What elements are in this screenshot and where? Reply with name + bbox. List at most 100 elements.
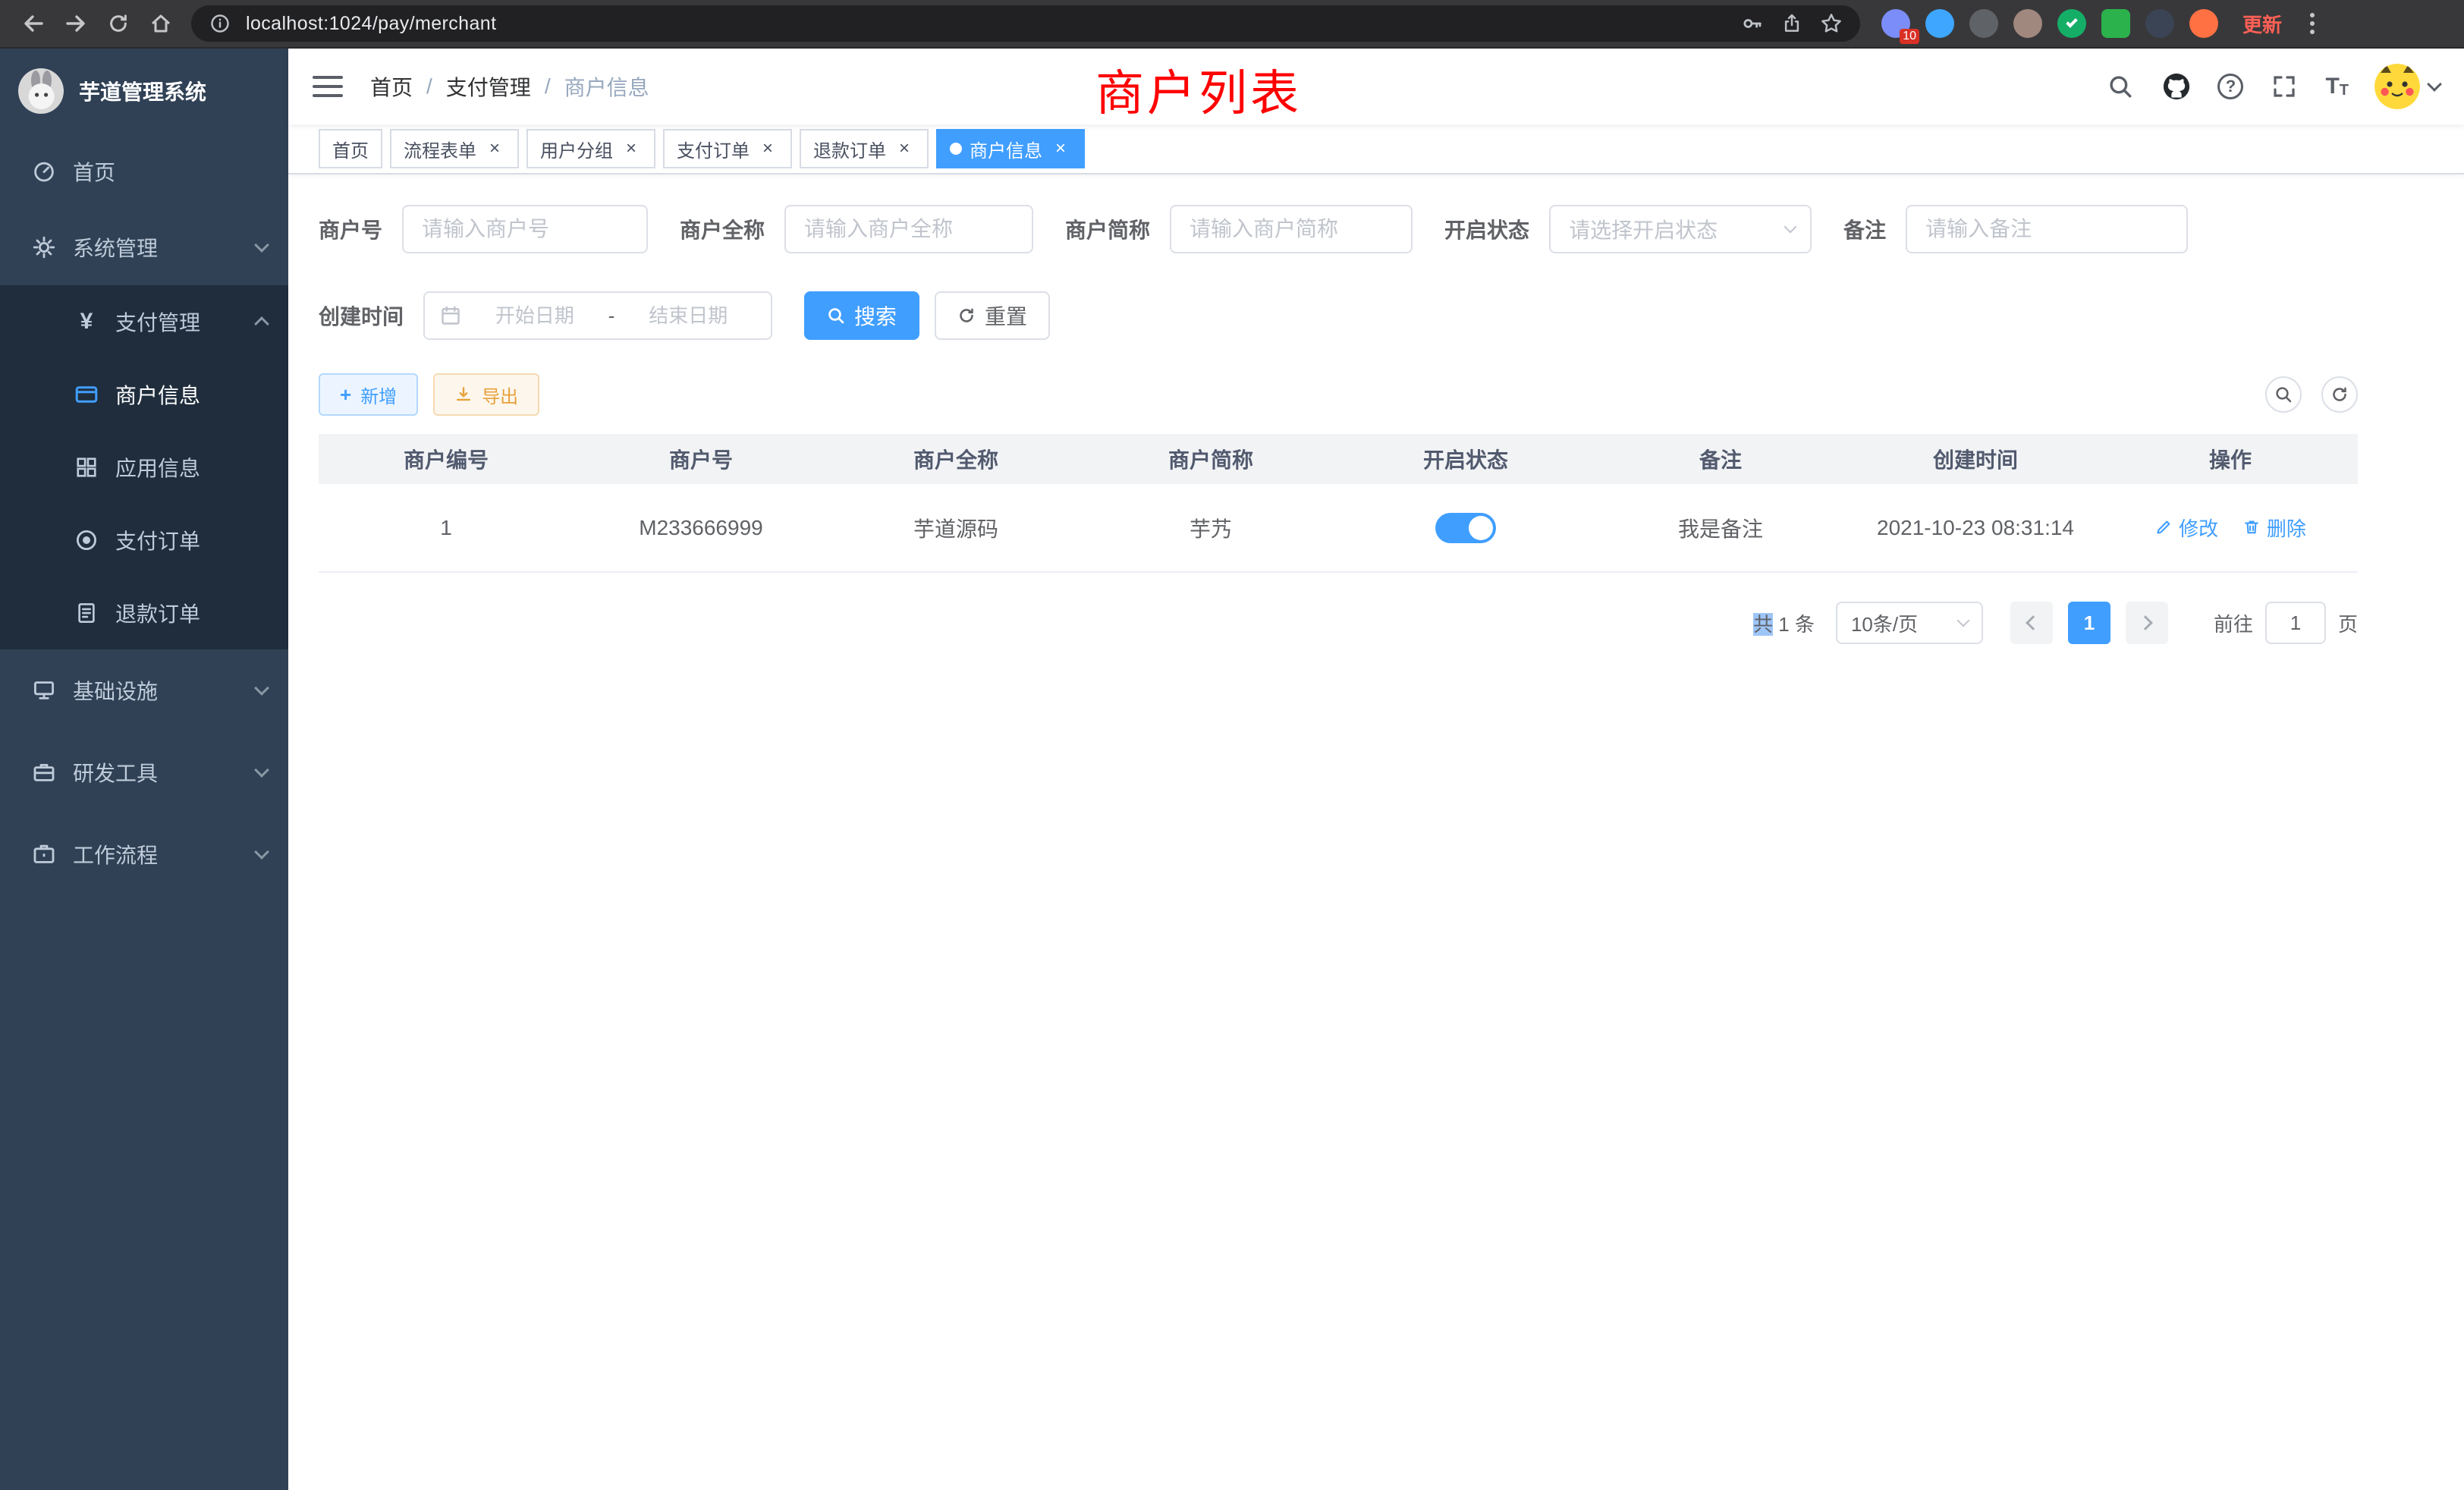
cell-created-at: 2021-10-23 08:31:14 [1848, 484, 2103, 572]
delete-link[interactable]: 删除 [2242, 514, 2306, 542]
browser-menu-icon[interactable] [2300, 13, 2324, 34]
url-text[interactable]: localhost:1024/pay/merchant [246, 13, 1727, 35]
github-icon[interactable] [2161, 71, 2192, 102]
font-size-icon[interactable]: TT [2325, 74, 2349, 99]
bookmark-star-icon[interactable] [1818, 10, 1845, 37]
key-icon[interactable] [1739, 10, 1766, 37]
sidebar-item-workflow[interactable]: 工作流程 [0, 813, 288, 895]
address-bar[interactable]: localhost:1024/pay/merchant [191, 5, 1860, 42]
sidebar-item-pay-order[interactable]: 支付订单 [0, 504, 288, 577]
col-header: 商户编号 [319, 434, 574, 484]
reset-button[interactable]: 重置 [935, 291, 1050, 340]
date-range-picker[interactable]: - [423, 291, 772, 340]
sidebar-item-home[interactable]: 首页 [0, 134, 288, 209]
goto-page-input[interactable] [2265, 602, 2326, 644]
extension-icon[interactable] [2189, 9, 2218, 38]
remark-input[interactable] [1906, 205, 2188, 253]
extension-icon[interactable] [2145, 9, 2174, 38]
next-page-button[interactable] [2126, 602, 2168, 644]
page-size-select[interactable]: 10条/页 [1836, 602, 1983, 644]
merchant-no-input[interactable] [402, 205, 648, 253]
tab-label: 商户信息 [970, 136, 1042, 162]
extension-icon[interactable] [2101, 9, 2130, 38]
breadcrumb-home[interactable]: 首页 [370, 71, 413, 102]
chevron-down-icon [1956, 615, 1969, 627]
info-icon[interactable] [206, 10, 234, 37]
edit-link[interactable]: 修改 [2154, 514, 2218, 542]
search-button[interactable]: 搜索 [804, 291, 919, 340]
back-icon[interactable] [12, 2, 55, 45]
sidebar-toggle-icon[interactable] [313, 76, 343, 97]
calendar-icon [440, 305, 461, 326]
tab-user-group[interactable]: 用户分组 × [526, 129, 655, 168]
add-button[interactable]: + 新增 [319, 373, 418, 416]
end-date-input[interactable] [621, 304, 756, 328]
start-date-input[interactable] [467, 304, 602, 328]
sidebar-item-app-info[interactable]: 应用信息 [0, 431, 288, 504]
sidebar-item-infrastructure[interactable]: 基础设施 [0, 649, 288, 731]
tags-view: 首页 流程表单 × 用户分组 × 支付订单 × 退款订单 × 商户信息 × [288, 124, 2464, 174]
form-item-status: 开启状态 请选择开启状态 [1444, 205, 1812, 253]
search-icon[interactable] [2105, 71, 2136, 102]
logo[interactable]: 芋道管理系统 [0, 49, 288, 134]
forward-icon[interactable] [55, 2, 97, 45]
toggle-search-button[interactable] [2265, 376, 2302, 413]
sidebar-item-pay-management[interactable]: ¥ 支付管理 [0, 285, 288, 358]
full-name-input[interactable] [784, 205, 1033, 253]
search-form-row-2: 创建时间 - 搜索 重置 [319, 291, 2358, 340]
tab-refund-order[interactable]: 退款订单 × [800, 129, 929, 168]
help-icon[interactable]: ? [2217, 74, 2243, 99]
browser-update-button[interactable]: 更新 [2242, 10, 2282, 38]
sidebar-item-label: 首页 [73, 156, 267, 187]
screen: localhost:1024/pay/merchant 10 更新 [0, 0, 2464, 1490]
export-button[interactable]: 导出 [433, 373, 539, 416]
page-number-button[interactable]: 1 [2068, 602, 2110, 644]
close-icon[interactable]: × [894, 138, 915, 159]
tab-home[interactable]: 首页 [319, 129, 382, 168]
form-item-merchant-no: 商户号 [319, 205, 648, 253]
extensions-row: 10 [1881, 9, 2218, 38]
status-toggle[interactable] [1435, 513, 1496, 543]
close-icon[interactable]: × [621, 138, 642, 159]
sidebar-item-merchant-info[interactable]: 商户信息 [0, 358, 288, 431]
status-select[interactable]: 请选择开启状态 [1549, 205, 1812, 253]
tab-label: 流程表单 [404, 136, 476, 162]
monitor-icon [30, 678, 58, 703]
sidebar-item-dev-tools[interactable]: 研发工具 [0, 731, 288, 813]
tab-label: 首页 [332, 136, 369, 162]
breadcrumb-current: 商户信息 [564, 71, 649, 102]
field-label: 开启状态 [1444, 214, 1529, 244]
sidebar-item-label: 应用信息 [115, 452, 267, 483]
extension-icon[interactable] [1969, 9, 1998, 38]
form-item-full-name: 商户全称 [680, 205, 1033, 253]
sidebar-item-refund-order[interactable]: 退款订单 [0, 577, 288, 649]
sidebar-item-system[interactable]: 系统管理 [0, 209, 288, 285]
form-item-create-time: 创建时间 - [319, 291, 772, 340]
share-icon[interactable] [1778, 10, 1806, 37]
cell-actions: 修改 删除 [2103, 484, 2358, 572]
extension-icon[interactable]: 10 [1881, 9, 1910, 38]
tab-merchant-info[interactable]: 商户信息 × [936, 129, 1085, 168]
breadcrumb-separator: / [545, 74, 551, 99]
close-icon[interactable]: × [484, 138, 505, 159]
sidebar: 芋道管理系统 首页 系统管理 ¥ 支付管理 [0, 49, 288, 1490]
breadcrumb-pay[interactable]: 支付管理 [446, 71, 531, 102]
field-label: 商户全称 [680, 214, 765, 244]
refresh-icon[interactable] [97, 2, 140, 45]
extension-icon[interactable] [2057, 9, 2086, 38]
prev-page-button[interactable] [2010, 602, 2053, 644]
chevron-down-icon [1784, 221, 1797, 234]
home-icon[interactable] [140, 2, 182, 45]
extension-badge: 10 [1900, 29, 1919, 44]
tab-pay-order[interactable]: 支付订单 × [663, 129, 792, 168]
close-icon[interactable]: × [1050, 138, 1071, 159]
refresh-table-button[interactable] [2321, 376, 2358, 413]
extension-icon[interactable] [2013, 9, 2042, 38]
fullscreen-icon[interactable] [2269, 71, 2299, 102]
extension-icon[interactable] [1925, 9, 1954, 38]
close-icon[interactable]: × [757, 138, 778, 159]
user-avatar-menu[interactable] [2374, 64, 2440, 109]
tab-process-form[interactable]: 流程表单 × [390, 129, 519, 168]
sidebar-item-label: 研发工具 [73, 757, 241, 787]
short-name-input[interactable] [1170, 205, 1413, 253]
